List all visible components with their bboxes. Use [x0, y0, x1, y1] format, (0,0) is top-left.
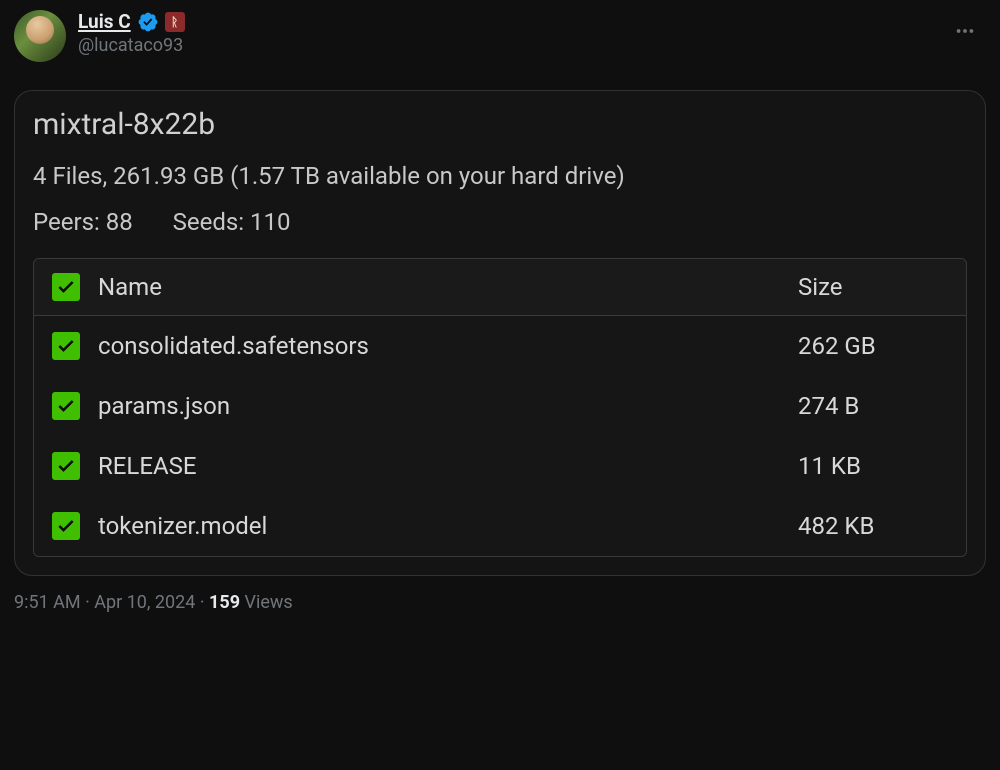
torrent-peers-seeds: Peers: 88 Seeds: 110: [33, 208, 967, 236]
file-table-body: consolidated.safetensors 262 GB params.j…: [34, 316, 966, 556]
avatar[interactable]: [14, 10, 66, 62]
file-table-header: Name Size: [34, 259, 966, 316]
torrent-title: mixtral-8x22b: [33, 107, 967, 142]
author-block: Luis C ᚱ @lucataco93: [78, 10, 185, 56]
row-checkbox[interactable]: [52, 332, 80, 360]
column-header-size: Size: [798, 273, 948, 301]
file-table: Name Size consolidated.safetensors 262 G…: [33, 258, 967, 557]
seeds-label: Seeds:: [173, 208, 244, 236]
tweet-date[interactable]: Apr 10, 2024: [94, 592, 195, 613]
file-size: 482 KB: [798, 512, 948, 540]
author-display-name[interactable]: Luis C: [78, 10, 131, 33]
author-handle[interactable]: @lucataco93: [78, 35, 185, 56]
row-checkbox[interactable]: [52, 392, 80, 420]
more-options-button[interactable]: [948, 14, 982, 48]
verified-badge-icon: [137, 11, 159, 33]
torrent-summary: 4 Files, 261.93 GB (1.57 TB available on…: [33, 162, 967, 190]
tweet-header: Luis C ᚱ @lucataco93: [14, 10, 986, 62]
affiliate-badge-icon: ᚱ: [165, 12, 185, 32]
peers-label: Peers:: [33, 208, 100, 236]
table-row: tokenizer.model 482 KB: [34, 496, 966, 556]
column-header-name: Name: [98, 273, 780, 301]
file-size: 11 KB: [798, 452, 948, 480]
file-size: 274 B: [798, 392, 948, 420]
table-row: consolidated.safetensors 262 GB: [34, 316, 966, 376]
seeds-value: 110: [250, 208, 290, 236]
file-name: RELEASE: [98, 452, 780, 480]
file-name: tokenizer.model: [98, 512, 780, 540]
peers-value: 88: [106, 208, 133, 236]
views-count: 159: [209, 592, 240, 613]
embedded-image-card: mixtral-8x22b 4 Files, 261.93 GB (1.57 T…: [14, 90, 986, 576]
file-name: params.json: [98, 392, 780, 420]
views-label: Views: [245, 592, 293, 613]
file-name: consolidated.safetensors: [98, 332, 780, 360]
select-all-checkbox[interactable]: [52, 273, 80, 301]
tweet-time[interactable]: 9:51 AM: [14, 592, 81, 613]
table-row: RELEASE 11 KB: [34, 436, 966, 496]
file-size: 262 GB: [798, 332, 948, 360]
row-checkbox[interactable]: [52, 512, 80, 540]
row-checkbox[interactable]: [52, 452, 80, 480]
table-row: params.json 274 B: [34, 376, 966, 436]
tweet-metadata: 9:51 AM · Apr 10, 2024 · 159 Views: [14, 592, 986, 613]
